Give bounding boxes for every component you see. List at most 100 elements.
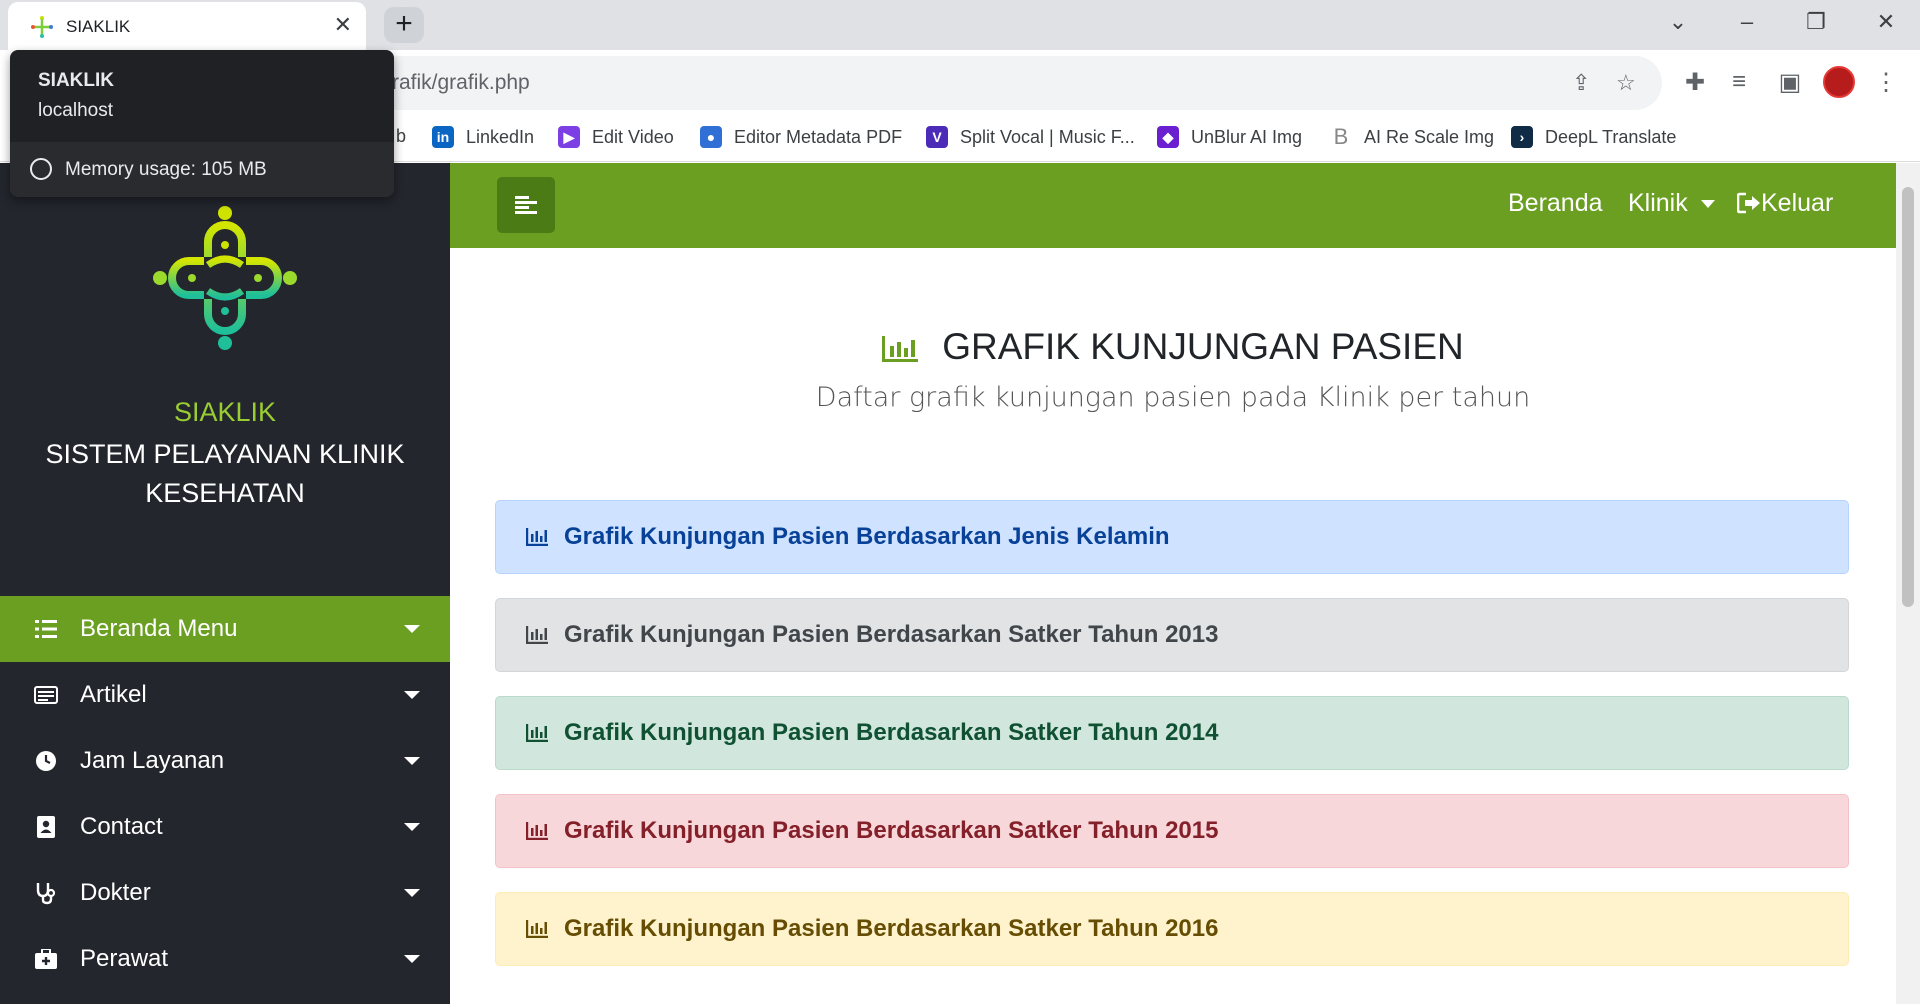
chart-card-label: Grafik Kunjungan Pasien Berdasarkan Satk… [564, 817, 1219, 844]
bookmark-label: DeepL Translate [1545, 126, 1677, 147]
bookmark-label: AI Re Scale Img [1364, 126, 1495, 147]
v-icon: V [926, 126, 948, 148]
hover-card-host: localhost [38, 100, 113, 121]
gauge-icon [30, 158, 52, 180]
siaklik-favicon-icon [31, 16, 53, 38]
sidebar-item-label: Beranda Menu [80, 615, 238, 642]
nav-keluar-label: Keluar [1761, 189, 1834, 217]
chart-card-2016[interactable]: Grafik Kunjungan Pasien Berdasarkan Satk… [495, 892, 1849, 966]
clock-icon [32, 747, 60, 775]
extensions-icon[interactable]: ✚ [1679, 68, 1711, 97]
siaklik-logo [153, 206, 297, 350]
people-icon: ● [700, 126, 722, 148]
profile-avatar[interactable] [1823, 66, 1855, 98]
bookmark-ai-rescale[interactable]: B AI Re Scale Img [1330, 124, 1495, 149]
page-title-text: GRAFIK KUNJUNGAN PASIEN [942, 326, 1464, 367]
bookmark-editor-metadata-pdf[interactable]: ● Editor Metadata PDF [700, 126, 902, 148]
align-left-icon [515, 196, 537, 214]
sidebar-toggle-button[interactable] [497, 177, 555, 233]
bar-chart-icon [526, 724, 548, 742]
bookmark-label: Split Vocal | Music F... [960, 126, 1135, 147]
sidebar-item-jam-layanan[interactable]: Jam Layanan [0, 728, 450, 794]
newspaper-icon [32, 681, 60, 709]
chevron-down-icon [404, 955, 420, 963]
tab-close-icon[interactable]: ✕ [334, 13, 352, 37]
bookmark-label: b [396, 126, 407, 146]
sidebar-item-label: Dokter [80, 879, 151, 906]
browser-tab[interactable]: SIAKLIK ✕ [8, 2, 366, 50]
chart-card-label: Grafik Kunjungan Pasien Berdasarkan Jeni… [564, 523, 1170, 550]
page-scrollbar[interactable] [1896, 163, 1920, 1004]
memory-usage-text: Memory usage: 105 MB [65, 159, 267, 180]
deepl-icon: › [1511, 126, 1533, 148]
chevron-down-icon [404, 889, 420, 897]
media-queue-icon[interactable]: ≡ [1723, 68, 1755, 96]
chart-card-label: Grafik Kunjungan Pasien Berdasarkan Satk… [564, 719, 1219, 746]
tab-hover-card: SIAKLIK localhost Memory usage: 105 MB [10, 50, 394, 197]
bookmark-label: UnBlur AI Img [1191, 126, 1303, 147]
bookmark-unblur[interactable]: ◆ UnBlur AI Img [1157, 126, 1302, 148]
bookmark-label: Edit Video [592, 126, 674, 147]
scrollbar-thumb[interactable] [1902, 187, 1914, 607]
bookmark-deepl[interactable]: › DeepL Translate [1511, 126, 1676, 148]
top-navbar: Beranda Klinik Keluar [450, 163, 1896, 248]
sidebar-item-label: Perawat [80, 945, 169, 972]
share-icon[interactable]: ⇪ [1572, 70, 1590, 96]
chevron-down-icon [404, 625, 420, 633]
memory-usage-row: Memory usage: 105 MB [10, 142, 394, 197]
restore-icon[interactable]: ❐ [1796, 10, 1836, 34]
bookmark-label: Editor Metadata PDF [734, 126, 903, 147]
minimize-icon[interactable]: – [1727, 10, 1767, 34]
chart-card-label: Grafik Kunjungan Pasien Berdasarkan Satk… [564, 621, 1219, 648]
brand-name: SIAKLIK [173, 397, 277, 427]
new-tab-button[interactable]: + [384, 7, 424, 43]
bookmark-edit-video[interactable]: ▶ Edit Video [558, 126, 674, 148]
page-title: GRAFIK KUNJUNGAN PASIEN [450, 326, 1896, 368]
medkit-icon [32, 945, 60, 973]
brand-subtitle: SISTEM PELAYANAN KLINIK KESEHATAN [45, 439, 405, 508]
contact-icon [32, 813, 60, 841]
sidebar-item-contact[interactable]: Contact [0, 794, 450, 860]
address-bar[interactable]: rafik/grafik.php ⇪ ☆ [372, 56, 1662, 110]
web-page: SIAKLIK SISTEM PELAYANAN KLINIK KESEHATA… [0, 163, 1920, 1004]
nav-keluar-link[interactable]: Keluar [1736, 189, 1834, 218]
sidebar: SIAKLIK SISTEM PELAYANAN KLINIK KESEHATA… [0, 163, 450, 1004]
tab-search-icon[interactable]: ⌄ [1658, 10, 1698, 34]
chart-card-label: Grafik Kunjungan Pasien Berdasarkan Satk… [564, 915, 1219, 942]
sidebar-item-perawat[interactable]: Perawat [0, 926, 450, 992]
caret-down-icon [1700, 200, 1715, 209]
stethoscope-icon [32, 879, 60, 907]
bar-chart-icon [526, 822, 548, 840]
url-text[interactable]: rafik/grafik.php [392, 71, 530, 95]
chart-card-2015[interactable]: Grafik Kunjungan Pasien Berdasarkan Satk… [495, 794, 1849, 868]
side-panel-icon[interactable]: ▣ [1774, 68, 1806, 97]
sidebar-item-label: Contact [80, 813, 163, 840]
hover-card-title: SIAKLIK [38, 70, 114, 91]
chart-card-2013[interactable]: Grafik Kunjungan Pasien Berdasarkan Satk… [495, 598, 1849, 672]
sidebar-item-artikel[interactable]: Artikel [0, 662, 450, 728]
nav-beranda-link[interactable]: Beranda [1508, 189, 1603, 218]
bookmark-linkedin[interactable]: in LinkedIn [432, 126, 534, 148]
tab-strip: SIAKLIK ✕ + ⌄ – ❐ ✕ [0, 0, 1920, 50]
chevron-down-icon [404, 757, 420, 765]
tab-title: SIAKLIK [66, 17, 131, 36]
sidebar-item-dokter[interactable]: Dokter [0, 860, 450, 926]
chart-card-jenis-kelamin[interactable]: Grafik Kunjungan Pasien Berdasarkan Jeni… [495, 500, 1849, 574]
bookmark-item[interactable]: b [396, 126, 406, 147]
chart-card-2014[interactable]: Grafik Kunjungan Pasien Berdasarkan Satk… [495, 696, 1849, 770]
sidebar-item-beranda-menu[interactable]: Beranda Menu [0, 596, 450, 662]
bookmark-star-icon[interactable]: ☆ [1616, 70, 1636, 96]
sign-out-icon [1736, 192, 1760, 214]
bar-chart-icon [882, 336, 919, 363]
video-icon: ▶ [558, 126, 580, 148]
list-icon [32, 615, 60, 643]
page-subtitle: Daftar grafik kunjungan pasien pada Klin… [815, 382, 1531, 413]
nav-klinik-dropdown[interactable]: Klinik [1628, 189, 1715, 218]
sidebar-item-label: Artikel [80, 681, 147, 708]
nav-klinik-label: Klinik [1628, 189, 1688, 217]
menu-kebab-icon[interactable]: ⋮ [1870, 68, 1902, 97]
bookmark-split-vocal[interactable]: V Split Vocal | Music F... [926, 126, 1135, 148]
bar-chart-icon [526, 528, 548, 546]
chevron-down-icon [404, 823, 420, 831]
close-window-icon[interactable]: ✕ [1866, 10, 1906, 34]
